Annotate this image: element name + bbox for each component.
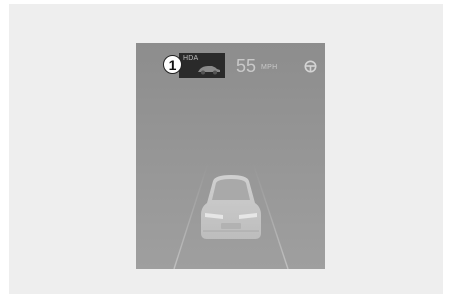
vehicle-rear-icon <box>201 175 261 239</box>
callout-number: 1 <box>163 55 182 74</box>
instrument-cluster-display: HDA 55 MPH <box>136 43 325 269</box>
